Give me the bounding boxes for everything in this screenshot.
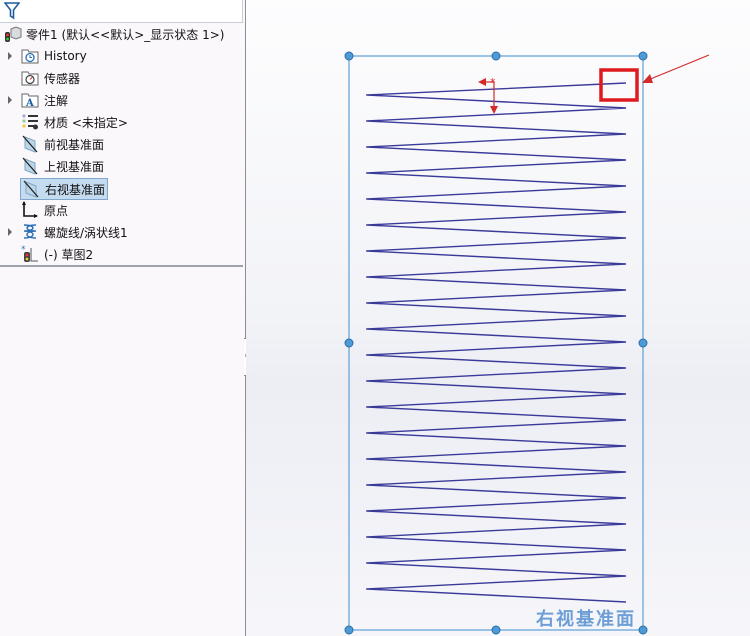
plane-icon	[21, 180, 41, 198]
plane-name-label: 右视基准面	[536, 609, 636, 630]
tree-item[interactable]: 原点	[20, 200, 70, 220]
expand-arrow-icon[interactable]	[8, 52, 12, 60]
expand-arrow-icon[interactable]	[8, 228, 12, 236]
tree-item-label: 传感器	[44, 71, 81, 86]
svg-text:*: *	[490, 76, 496, 89]
tree-item[interactable]: History	[8, 46, 89, 66]
helix-curve[interactable]	[366, 82, 627, 603]
part-icon	[2, 25, 22, 43]
highlight-box	[599, 68, 639, 102]
callout-arrow	[642, 54, 710, 83]
plane-resize-handle[interactable]	[344, 338, 354, 348]
tree-item-label: 原点	[44, 203, 69, 218]
tree-item-label: History	[44, 49, 87, 63]
plane-resize-handle[interactable]	[638, 625, 648, 635]
sensor-folder-icon	[20, 69, 40, 87]
filter-icon[interactable]	[3, 2, 21, 24]
tree-item[interactable]: 前视基准面	[20, 134, 106, 154]
tree-item-label: 上视基准面	[44, 159, 105, 174]
origin-icon	[20, 201, 40, 219]
tree-divider	[0, 265, 243, 267]
svg-text:A: A	[25, 98, 34, 109]
plane-resize-handle[interactable]	[491, 51, 501, 61]
plane-resize-handle[interactable]	[638, 338, 648, 348]
helix-start-direction-marker[interactable]: *	[478, 76, 498, 114]
tree-item-label: 右视基准面	[45, 182, 106, 197]
tree-item[interactable]: * (-) 草图2	[20, 244, 95, 264]
plane-resize-handle[interactable]	[344, 51, 354, 61]
tree-item[interactable]: 螺旋线/涡状线1	[8, 222, 130, 242]
tree-item[interactable]: 传感器	[20, 68, 82, 88]
tree-item-label: (-) 草图2	[44, 247, 94, 262]
viewport-canvas[interactable]: *	[246, 0, 750, 636]
feature-manager-tree: 零件1 (默认<<默认>_显示状态 1>) History 传感器 A 注解材质 <未…	[0, 0, 246, 636]
plane-resize-handle[interactable]	[638, 51, 648, 61]
tree-item-label: 前视基准面	[44, 137, 105, 152]
sketch-icon: *	[20, 245, 40, 263]
tree-item[interactable]: A 注解	[8, 90, 70, 110]
helix-icon	[20, 223, 40, 241]
plane-resize-handle[interactable]	[491, 625, 501, 635]
graphics-viewport[interactable]: * 右视基准面	[246, 0, 750, 636]
tree-item-label: 注解	[44, 93, 69, 108]
tree-item[interactable]: 上视基准面	[20, 156, 106, 176]
annotation-folder-icon: A	[20, 91, 40, 109]
expand-arrow-icon[interactable]	[8, 96, 12, 104]
part-label: 零件1 (默认<<默认>_显示状态 1>)	[26, 27, 225, 42]
plane-resize-handle[interactable]	[344, 625, 354, 635]
plane-icon	[20, 135, 40, 153]
history-folder-icon	[20, 47, 40, 65]
tree-item-label: 材质 <未指定>	[44, 115, 128, 130]
tree-item-label: 螺旋线/涡状线1	[44, 225, 128, 240]
plane-icon	[20, 157, 40, 175]
tree-item[interactable]: 材质 <未指定>	[20, 112, 130, 132]
tree-item[interactable]: 右视基准面	[20, 178, 109, 200]
tree-item-part[interactable]: 零件1 (默认<<默认>_显示状态 1>)	[2, 24, 224, 44]
material-icon	[20, 113, 40, 131]
filter-bar[interactable]	[0, 0, 243, 23]
